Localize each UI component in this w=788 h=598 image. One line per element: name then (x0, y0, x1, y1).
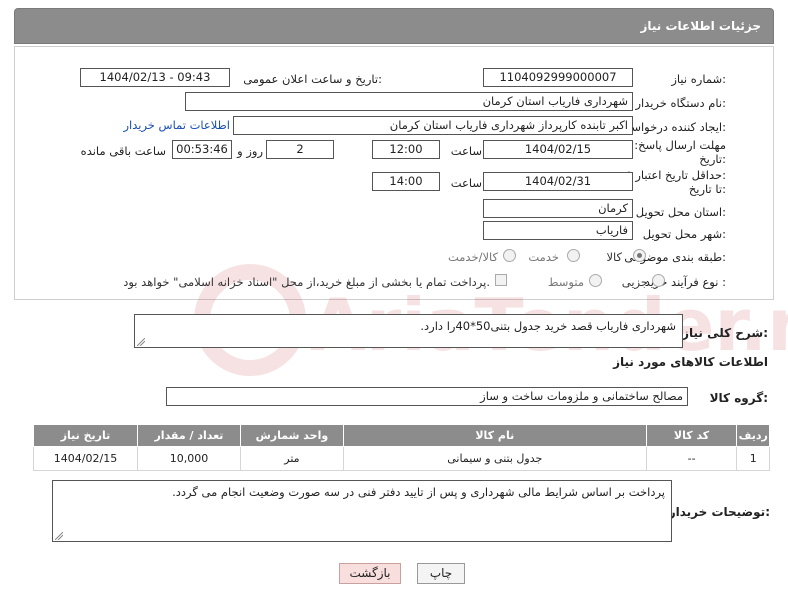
announce-datetime-field[interactable]: 1404/02/13 - 09:43 (80, 68, 230, 87)
table-row[interactable]: 1 -- جدول بتنی و سیمانی متر 10,000 1404/… (33, 446, 770, 471)
deadline-label: مهلت ارسال پاسخ: تا (623, 138, 726, 152)
category-option-goods: کالا (606, 250, 622, 264)
col-unit: واحد شمارش (239, 424, 344, 447)
goods-table-header: ردیف کد کالا نام کالا واحد شمارش تعداد /… (33, 424, 770, 447)
category-radio-service[interactable] (567, 249, 580, 262)
process-radio-medium[interactable] (589, 274, 602, 287)
city-label: شهر محل تحویل: (642, 227, 726, 241)
creator-label: ایجاد کننده درخواست: (620, 120, 726, 134)
resize-grip-icon[interactable] (55, 532, 63, 540)
cell-code: -- (645, 446, 738, 471)
col-qty: تعداد / مقدار (137, 424, 241, 447)
buyer-contact-link[interactable]: اطلاعات تماس خریدار (123, 118, 230, 132)
process-option-medium: متوسط (547, 275, 584, 289)
validity-label-date: تا تاریخ: (688, 182, 726, 196)
category-radio-goods-service[interactable] (503, 249, 516, 262)
validity-time-label: ساعت (450, 176, 482, 190)
validity-date-field[interactable]: 1404/02/31 (483, 172, 633, 191)
process-option-minor: جزیی (621, 275, 648, 289)
treasury-payment-note: پرداخت تمام یا بخشی از مبلغ خرید،از محل … (123, 275, 490, 289)
buyer-notes-textarea[interactable]: پرداخت بر اساس شرایط مالی شهرداری و پس ا… (52, 480, 672, 542)
validity-time-field[interactable]: 14:00 (372, 172, 440, 191)
cell-date: 1404/02/15 (33, 446, 138, 471)
cell-unit: متر (239, 446, 344, 471)
buyer-notes-label: توضیحات خریدار: (668, 505, 770, 519)
description-label: شرح کلی نیاز: (682, 326, 768, 340)
cell-row: 1 (736, 446, 770, 471)
remaining-time-label: ساعت باقی مانده (80, 144, 166, 158)
days-label: روز و (237, 144, 263, 158)
col-code: کد کالا (645, 424, 738, 447)
back-button[interactable]: بازگشت (339, 563, 401, 584)
city-field[interactable]: فاریاب (483, 221, 633, 240)
category-option-service: خدمت (528, 250, 559, 264)
col-row: ردیف (736, 424, 770, 447)
creator-field[interactable]: اکبر تابنده کارپرداز شهرداری فاریاب استا… (233, 116, 633, 135)
description-textarea[interactable]: شهرداری فاریاب قصد خرید جدول بتنی50*40را… (134, 314, 683, 348)
category-radio-goods[interactable] (633, 249, 646, 262)
buyer-notes-text: پرداخت بر اساس شرایط مالی شهرداری و پس ا… (172, 485, 665, 499)
description-text: شهرداری فاریاب قصد خرید جدول بتنی50*40را… (420, 319, 676, 333)
col-date: تاریخ نیاز (33, 424, 138, 447)
print-button[interactable]: چاپ (417, 563, 465, 584)
announce-datetime-label: تاریخ و ساعت اعلان عمومی: (243, 72, 382, 86)
goods-group-label: گروه کالا: (709, 391, 768, 405)
province-label: استان محل تحویل: (635, 205, 726, 219)
buyer-org-label: نام دستگاه خریدار: (635, 96, 726, 110)
goods-group-field[interactable]: مصالح ساختمانی و ملزومات ساخت و ساز (166, 387, 688, 406)
resize-grip-icon[interactable] (137, 338, 145, 346)
page-title: جزئیات اطلاعات نیاز (640, 19, 761, 33)
cell-qty: 10,000 (137, 446, 241, 471)
treasury-payment-checkbox[interactable] (495, 274, 507, 286)
category-option-goods-service: کالا/خدمت (447, 250, 498, 264)
goods-section-title: اطلاعات کالاهای مورد نیاز (613, 355, 768, 369)
goods-table: ردیف کد کالا نام کالا واحد شمارش تعداد /… (33, 424, 770, 471)
deadline-date-field[interactable]: 1404/02/15 (483, 140, 633, 159)
deadline-label-date: تاریخ: (699, 152, 726, 166)
deadline-time-field[interactable]: 12:00 (372, 140, 440, 159)
need-number-label: شماره نیاز: (671, 72, 726, 86)
days-remaining-field[interactable]: 2 (266, 140, 334, 159)
buyer-org-field[interactable]: شهرداری فاریاب استان کرمان (185, 92, 633, 111)
remaining-time-field[interactable]: 00:53:46 (172, 140, 232, 159)
province-field[interactable]: کرمان (483, 199, 633, 218)
col-name: نام کالا (342, 424, 647, 447)
need-number-field[interactable]: 1104092999000007 (483, 68, 633, 87)
page-header: جزئیات اطلاعات نیاز (14, 8, 774, 44)
need-details-page: جزئیات اطلاعات نیاز AriaTender.net شماره… (0, 0, 788, 598)
cell-name: جدول بتنی و سیمانی (342, 446, 647, 471)
process-radio-minor[interactable] (652, 274, 665, 287)
deadline-time-label: ساعت (450, 144, 482, 158)
